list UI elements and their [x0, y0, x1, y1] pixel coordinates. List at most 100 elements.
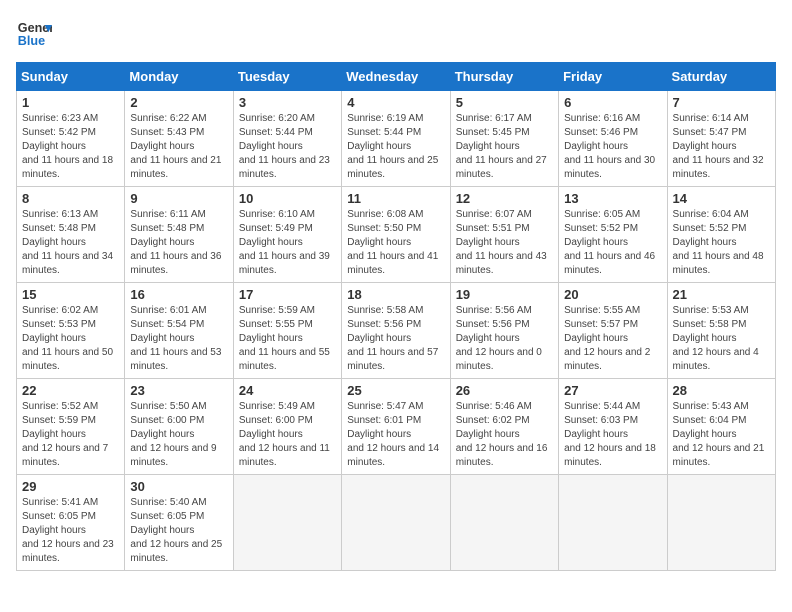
day-number: 11 — [347, 191, 444, 206]
day-info: Sunrise: 6:01 AMSunset: 5:54 PMDaylight … — [130, 305, 221, 372]
calendar-cell: 25Sunrise: 5:47 AMSunset: 6:01 PMDayligh… — [342, 379, 450, 475]
calendar-cell: 15Sunrise: 6:02 AMSunset: 5:53 PMDayligh… — [17, 283, 125, 379]
calendar-cell — [667, 475, 775, 571]
calendar-week-5: 29 Sunrise: 5:41 AMSunset: 6:05 PMDayligh… — [17, 475, 776, 571]
weekday-friday: Friday — [559, 63, 667, 91]
calendar-week-4: 22 Sunrise: 5:52 AMSunset: 5:59 PMDayligh… — [17, 379, 776, 475]
day-number: 16 — [130, 287, 227, 302]
calendar-cell: 30Sunrise: 5:40 AMSunset: 6:05 PMDayligh… — [125, 475, 233, 571]
day-number: 24 — [239, 383, 336, 398]
day-info: Sunrise: 6:22 AMSunset: 5:43 PMDaylight … — [130, 113, 221, 180]
day-info: Sunrise: 6:05 AMSunset: 5:52 PMDaylight … — [564, 209, 655, 276]
day-number: 18 — [347, 287, 444, 302]
calendar-cell: 9 Sunrise: 6:11 AMSunset: 5:48 PMDaylight… — [125, 187, 233, 283]
logo-icon: General Blue — [16, 16, 52, 52]
calendar-cell: 13 Sunrise: 6:05 AMSunset: 5:52 PMDayligh… — [559, 187, 667, 283]
day-info: Sunrise: 5:55 AMSunset: 5:57 PMDaylight … — [564, 305, 650, 372]
day-info: Sunrise: 6:08 AMSunset: 5:50 PMDaylight … — [347, 209, 438, 276]
calendar-cell: 1Sunrise: 6:23 AMSunset: 5:42 PMDaylight… — [17, 91, 125, 187]
calendar-cell: 19 Sunrise: 5:56 AMSunset: 5:56 PMDayligh… — [450, 283, 558, 379]
day-number: 23 — [130, 383, 227, 398]
day-info: Sunrise: 6:07 AMSunset: 5:51 PMDaylight … — [456, 209, 547, 276]
day-info: Sunrise: 6:20 AMSunset: 5:44 PMDaylight … — [239, 113, 330, 180]
calendar-cell: 3 Sunrise: 6:20 AMSunset: 5:44 PMDaylight… — [233, 91, 341, 187]
day-info: Sunrise: 6:13 AMSunset: 5:48 PMDaylight … — [22, 209, 113, 276]
calendar-cell: 22 Sunrise: 5:52 AMSunset: 5:59 PMDayligh… — [17, 379, 125, 475]
calendar-cell: 10Sunrise: 6:10 AMSunset: 5:49 PMDayligh… — [233, 187, 341, 283]
calendar-cell: 27 Sunrise: 5:44 AMSunset: 6:03 PMDayligh… — [559, 379, 667, 475]
day-info: Sunrise: 5:52 AMSunset: 5:59 PMDaylight … — [22, 401, 108, 468]
calendar-cell: 20 Sunrise: 5:55 AMSunset: 5:57 PMDayligh… — [559, 283, 667, 379]
calendar-cell: 26 Sunrise: 5:46 AMSunset: 6:02 PMDayligh… — [450, 379, 558, 475]
weekday-thursday: Thursday — [450, 63, 558, 91]
day-number: 27 — [564, 383, 661, 398]
day-number: 9 — [130, 191, 227, 206]
day-number: 1 — [22, 95, 119, 110]
calendar-cell: 14 Sunrise: 6:04 AMSunset: 5:52 PMDayligh… — [667, 187, 775, 283]
day-info: Sunrise: 6:17 AMSunset: 5:45 PMDaylight … — [456, 113, 547, 180]
weekday-sunday: Sunday — [17, 63, 125, 91]
calendar-cell: 17 Sunrise: 5:59 AMSunset: 5:55 PMDayligh… — [233, 283, 341, 379]
weekday-wednesday: Wednesday — [342, 63, 450, 91]
day-info: Sunrise: 5:44 AMSunset: 6:03 PMDaylight … — [564, 401, 656, 468]
day-info: Sunrise: 5:43 AMSunset: 6:04 PMDaylight … — [673, 401, 765, 468]
calendar-cell: 16 Sunrise: 6:01 AMSunset: 5:54 PMDayligh… — [125, 283, 233, 379]
calendar-cell: 11 Sunrise: 6:08 AMSunset: 5:50 PMDayligh… — [342, 187, 450, 283]
day-info: Sunrise: 5:41 AMSunset: 6:05 PMDaylight … — [22, 497, 114, 564]
day-number: 2 — [130, 95, 227, 110]
day-number: 5 — [456, 95, 553, 110]
day-info: Sunrise: 6:04 AMSunset: 5:52 PMDaylight … — [673, 209, 764, 276]
day-info: Sunrise: 6:16 AMSunset: 5:46 PMDaylight … — [564, 113, 655, 180]
calendar-cell: 21 Sunrise: 5:53 AMSunset: 5:58 PMDayligh… — [667, 283, 775, 379]
day-number: 6 — [564, 95, 661, 110]
day-number: 17 — [239, 287, 336, 302]
day-info: Sunrise: 5:59 AMSunset: 5:55 PMDaylight … — [239, 305, 330, 372]
calendar-cell: 6 Sunrise: 6:16 AMSunset: 5:46 PMDaylight… — [559, 91, 667, 187]
calendar-cell: 4Sunrise: 6:19 AMSunset: 5:44 PMDaylight… — [342, 91, 450, 187]
day-number: 29 — [22, 479, 119, 494]
calendar-cell — [450, 475, 558, 571]
calendar-cell — [233, 475, 341, 571]
day-number: 25 — [347, 383, 444, 398]
calendar-week-1: 1Sunrise: 6:23 AMSunset: 5:42 PMDaylight… — [17, 91, 776, 187]
calendar-cell: 18Sunrise: 5:58 AMSunset: 5:56 PMDayligh… — [342, 283, 450, 379]
calendar-cell: 28 Sunrise: 5:43 AMSunset: 6:04 PMDayligh… — [667, 379, 775, 475]
day-info: Sunrise: 5:46 AMSunset: 6:02 PMDaylight … — [456, 401, 548, 468]
day-number: 21 — [673, 287, 770, 302]
day-info: Sunrise: 5:53 AMSunset: 5:58 PMDaylight … — [673, 305, 759, 372]
calendar-cell: 29 Sunrise: 5:41 AMSunset: 6:05 PMDayligh… — [17, 475, 125, 571]
calendar-cell: 2 Sunrise: 6:22 AMSunset: 5:43 PMDaylight… — [125, 91, 233, 187]
weekday-tuesday: Tuesday — [233, 63, 341, 91]
calendar-table: SundayMondayTuesdayWednesdayThursdayFrid… — [16, 62, 776, 571]
day-number: 14 — [673, 191, 770, 206]
day-number: 20 — [564, 287, 661, 302]
calendar-cell — [342, 475, 450, 571]
day-info: Sunrise: 6:19 AMSunset: 5:44 PMDaylight … — [347, 113, 438, 180]
calendar-cell: 7Sunrise: 6:14 AMSunset: 5:47 PMDaylight… — [667, 91, 775, 187]
day-number: 12 — [456, 191, 553, 206]
day-number: 10 — [239, 191, 336, 206]
day-info: Sunrise: 5:40 AMSunset: 6:05 PMDaylight … — [130, 497, 222, 564]
day-number: 13 — [564, 191, 661, 206]
day-number: 28 — [673, 383, 770, 398]
calendar-cell: 5 Sunrise: 6:17 AMSunset: 5:45 PMDaylight… — [450, 91, 558, 187]
logo: General Blue — [16, 16, 52, 52]
day-number: 3 — [239, 95, 336, 110]
weekday-saturday: Saturday — [667, 63, 775, 91]
day-info: Sunrise: 5:50 AMSunset: 6:00 PMDaylight … — [130, 401, 216, 468]
day-info: Sunrise: 5:56 AMSunset: 5:56 PMDaylight … — [456, 305, 542, 372]
day-number: 8 — [22, 191, 119, 206]
calendar-cell: 12 Sunrise: 6:07 AMSunset: 5:51 PMDayligh… — [450, 187, 558, 283]
day-number: 19 — [456, 287, 553, 302]
calendar-cell: 8 Sunrise: 6:13 AMSunset: 5:48 PMDaylight… — [17, 187, 125, 283]
calendar-cell — [559, 475, 667, 571]
calendar-cell: 24 Sunrise: 5:49 AMSunset: 6:00 PMDayligh… — [233, 379, 341, 475]
day-number: 26 — [456, 383, 553, 398]
weekday-header-row: SundayMondayTuesdayWednesdayThursdayFrid… — [17, 63, 776, 91]
weekday-monday: Monday — [125, 63, 233, 91]
calendar-cell: 23 Sunrise: 5:50 AMSunset: 6:00 PMDayligh… — [125, 379, 233, 475]
day-info: Sunrise: 6:11 AMSunset: 5:48 PMDaylight … — [130, 209, 221, 276]
calendar-body: 1Sunrise: 6:23 AMSunset: 5:42 PMDaylight… — [17, 91, 776, 571]
day-info: Sunrise: 5:49 AMSunset: 6:00 PMDaylight … — [239, 401, 330, 468]
day-number: 22 — [22, 383, 119, 398]
